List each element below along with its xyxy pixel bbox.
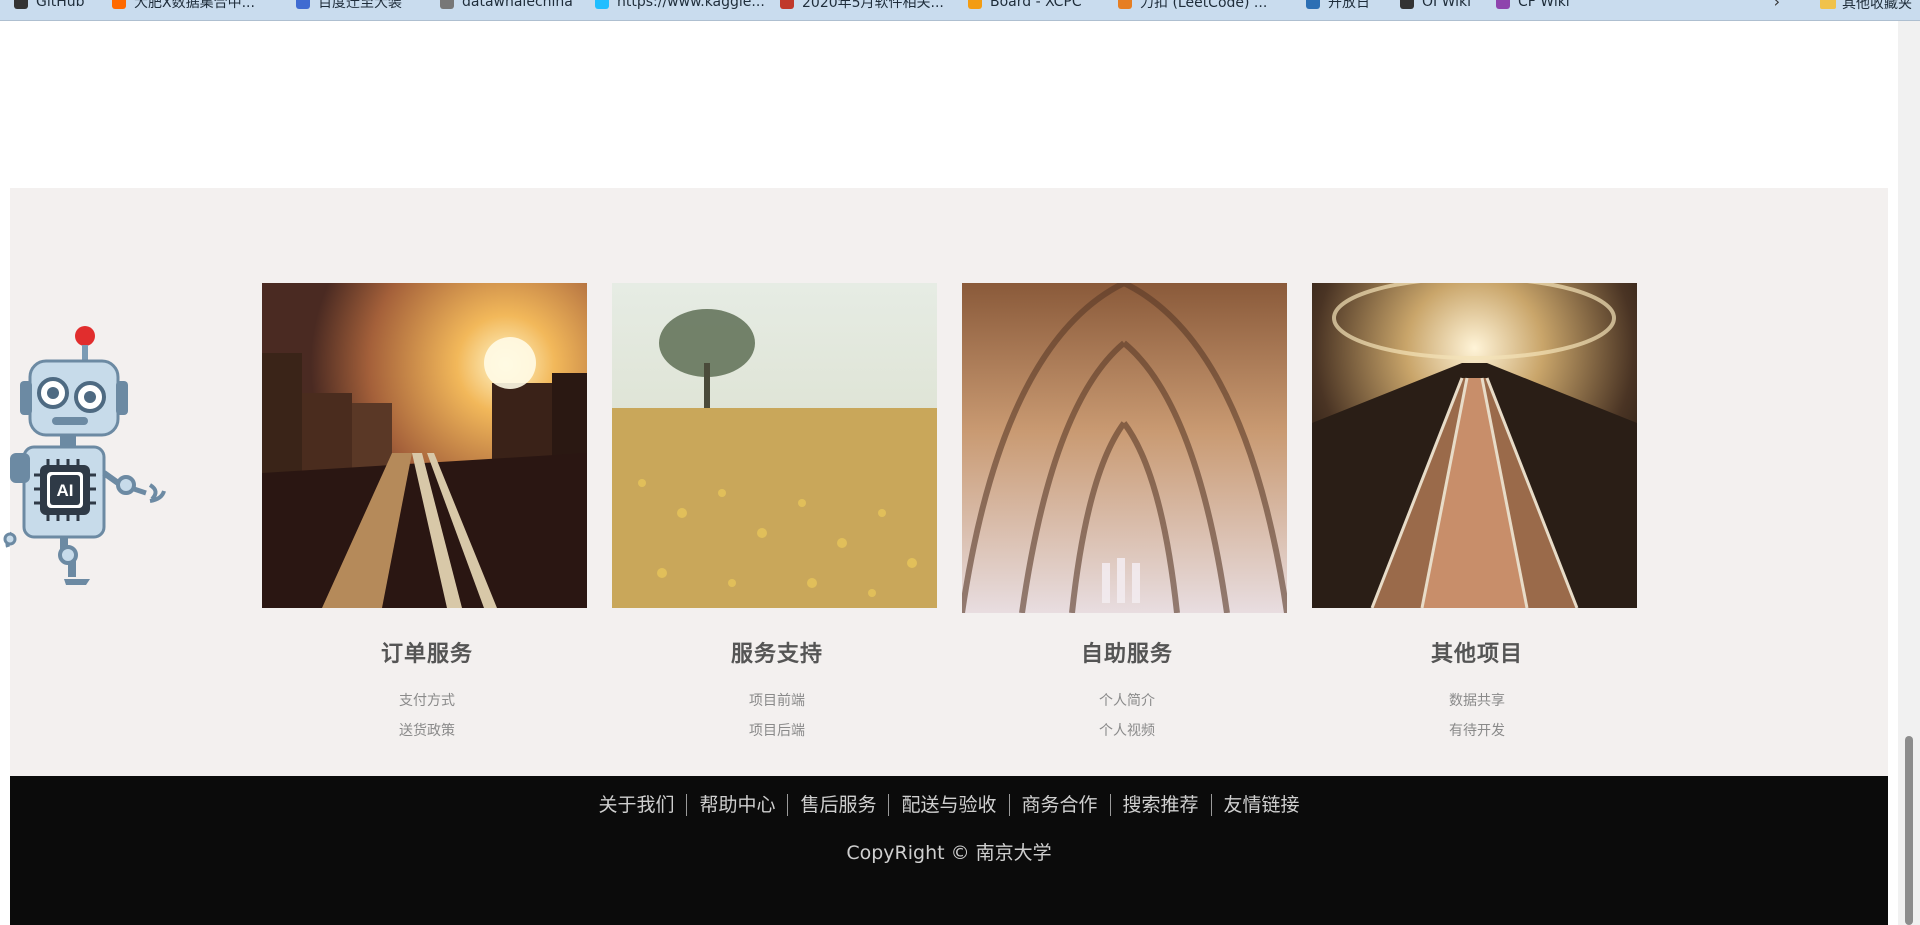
escalator-tunnel-image [1312,283,1637,608]
bookmark-cfwiki[interactable]: CF Wiki [1496,0,1570,11]
scrollbar-thumb[interactable] [1905,736,1913,925]
card-title: 其他项目 [1430,642,1523,667]
globe-icon [1306,0,1320,9]
city-sunset-photo [262,283,587,608]
page-icon [440,0,454,9]
bookmark-xcpc[interactable]: Board - XCPC [968,0,1082,11]
bookmark-datawhale[interactable]: datawhalechina [440,0,573,11]
bookmark-icon [112,0,126,9]
card-link-pending[interactable]: 有待开发 [1312,720,1642,740]
leetcode-icon [1118,0,1132,9]
baidu-icon [296,0,310,9]
chevron-right-icon[interactable]: › [1774,0,1780,11]
bookmark-baidu[interactable]: 百度迁至大装 [296,0,402,11]
card-link-data-sharing[interactable]: 数据共享 [1312,690,1642,710]
copyright: CopyRight © 南京大学 [846,842,1052,864]
bookmark-github[interactable]: GitHub [14,0,85,11]
bookmark-openday[interactable]: 开放日 [1306,0,1370,11]
kaggle-icon [595,0,609,9]
bookmarks-bar: GitHub 大肥X数据集合中... 百度迁至大装 datawhalechina… [0,0,1920,21]
board-icon [968,0,982,9]
card-title: 订单服务 [380,642,473,667]
card-link-frontend[interactable]: 项目前端 [612,690,942,710]
footer-link-about[interactable]: 关于我们 [586,794,688,816]
bookmark-oiwiki[interactable]: OI Wiki [1400,0,1471,11]
bookmark-dataset[interactable]: 大肥X数据集合中... [112,0,255,11]
card-title: 自助服务 [1080,642,1173,667]
robot-mascot: AI [3,326,166,585]
card-link-payment[interactable]: 支付方式 [262,690,592,710]
bookmark-folder-other[interactable]: 其他收藏夹 [1820,0,1912,13]
footer-link-friends[interactable]: 友情链接 [1212,794,1312,816]
footer-link-delivery[interactable]: 配送与验收 [889,794,1010,816]
card-link-profile[interactable]: 个人简介 [962,690,1292,710]
wiki-icon [1496,0,1510,9]
meadow-tree-image [612,283,937,608]
card-link-backend[interactable]: 项目后端 [612,720,942,740]
bookmark-kaggle[interactable]: https://www.kaggle... [595,0,765,11]
footer-link-business[interactable]: 商务合作 [1010,794,1111,816]
card-link-delivery[interactable]: 送货政策 [262,720,592,740]
footer-link-after-sales[interactable]: 售后服务 [788,794,890,816]
footer: 关于我们 帮助中心 售后服务 配送与验收 商务合作 搜索推荐 友情链接 Copy… [10,776,1888,925]
footer-nav: 关于我们 帮助中心 售后服务 配送与验收 商务合作 搜索推荐 友情链接 [10,794,1888,816]
escalator-tunnel-photo [1312,283,1637,608]
city-sunset-image [262,283,587,608]
card-link-video[interactable]: 个人视频 [962,720,1292,740]
wiki-icon [1400,0,1414,9]
bookmark-software[interactable]: 2020年5月软件相关... [780,0,944,11]
footer-link-search[interactable]: 搜索推荐 [1111,794,1212,816]
card-title: 服务支持 [730,642,823,667]
page-icon [780,0,794,9]
footer-link-help[interactable]: 帮助中心 [687,794,789,816]
robot-chip-label: AI [57,481,74,500]
services-section: AI 订单服务 支付方式 送货政策 服务支持 项目前端 项目后端 自助服务 个人… [3,188,1888,776]
cathedral-arches-image [962,283,1287,613]
page: AI 订单服务 支付方式 送货政策 服务支持 项目前端 项目后端 自助服务 个人… [3,21,1888,925]
bookmark-leetcode[interactable]: 力扣 (LeetCode) ... [1118,0,1267,11]
github-icon [14,0,28,9]
meadow-tree-photo [612,283,937,608]
vertical-scrollbar[interactable] [1898,21,1920,925]
cathedral-arches-photo [962,283,1287,613]
folder-icon [1820,0,1836,9]
